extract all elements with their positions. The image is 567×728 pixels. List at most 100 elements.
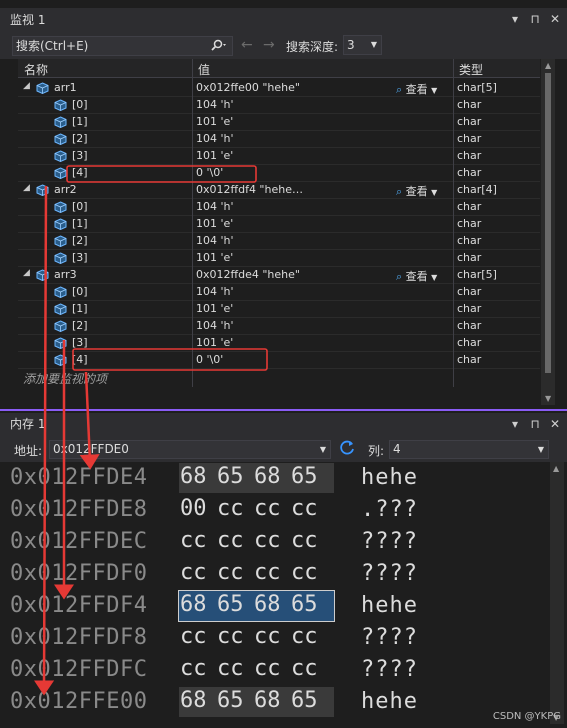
memory-byte[interactable]: 65 <box>291 463 328 491</box>
watch-row[interactable]: [4] 0 '\0' char <box>18 352 540 369</box>
memory-byte[interactable]: cc <box>217 559 254 587</box>
memory-bytes[interactable]: cc cc cc cc <box>179 527 334 557</box>
watch-row[interactable]: ◢ arr1 0x012ffe00 "hehe" ⌕ 查看 ▼ char[5] <box>18 80 540 97</box>
memory-byte[interactable]: cc <box>180 655 217 683</box>
watch-value[interactable]: 101 'e' <box>196 251 233 264</box>
memory-ascii[interactable]: ???? <box>361 529 418 554</box>
memory-byte[interactable]: cc <box>180 559 217 587</box>
watch-value[interactable]: 101 'e' <box>196 217 233 230</box>
memory-byte[interactable]: cc <box>217 495 254 523</box>
watch-value[interactable]: 101 'e' <box>196 336 233 349</box>
memory-scrollbar[interactable]: ▲ ▼ <box>550 462 564 724</box>
add-watch-item[interactable]: 添加要监视的项 <box>23 370 107 387</box>
collapse-triangle-icon[interactable]: ◢ <box>23 183 30 193</box>
watch-row[interactable]: [4] 0 '\0' char <box>18 165 540 182</box>
watch-value[interactable]: 104 'h' <box>196 285 234 298</box>
memory-bytes[interactable]: 68 65 68 65 <box>179 463 334 493</box>
memory-byte[interactable]: cc <box>254 527 291 555</box>
address-input[interactable]: 0x012FFDE0 ▼ <box>49 440 331 459</box>
memory-byte[interactable]: cc <box>291 495 328 523</box>
scroll-up-icon[interactable]: ▲ <box>553 464 559 473</box>
watch-row[interactable]: [2] 104 'h' char <box>18 233 540 250</box>
view-button[interactable]: ⌕ 查看 ▼ <box>396 268 437 284</box>
memory-byte[interactable]: cc <box>254 495 291 523</box>
memory-byte[interactable]: 68 <box>180 687 217 715</box>
memory-bytes[interactable]: cc cc cc cc <box>179 623 334 653</box>
memory-ascii[interactable]: hehe <box>361 593 418 618</box>
watch-value[interactable]: 101 'e' <box>196 149 233 162</box>
watch-scrollbar[interactable]: ▲ ▼ <box>541 59 555 405</box>
memory-byte[interactable]: cc <box>217 655 254 683</box>
memory-byte[interactable]: cc <box>291 623 328 651</box>
memory-row[interactable]: 0x012FFE00 68 65 68 65 hehe <box>0 687 550 719</box>
search-input[interactable]: 搜索(Ctrl+E) <box>12 36 233 56</box>
memory-byte[interactable]: cc <box>254 623 291 651</box>
dropdown-icon[interactable]: ▾ <box>509 417 521 431</box>
memory-byte[interactable]: 00 <box>180 495 217 523</box>
memory-byte[interactable]: cc <box>291 655 328 683</box>
memory-byte[interactable]: 68 <box>180 463 217 491</box>
header-name[interactable]: 名称 <box>24 61 48 78</box>
dropdown-icon[interactable]: ▾ <box>509 12 521 26</box>
memory-byte[interactable]: cc <box>217 527 254 555</box>
watch-row[interactable]: [0] 104 'h' char <box>18 199 540 216</box>
memory-ascii[interactable]: hehe <box>361 465 418 490</box>
back-arrow-icon[interactable]: ← <box>241 37 253 53</box>
watch-row[interactable]: [3] 101 'e' char <box>18 250 540 267</box>
memory-row[interactable]: 0x012FFDE8 00 cc cc cc.??? <box>0 495 550 527</box>
memory-ascii[interactable]: hehe <box>361 689 418 714</box>
watch-row[interactable]: ◢ arr2 0x012ffdf4 "hehe… ⌕ 查看 ▼ char[4] <box>18 182 540 199</box>
watch-value[interactable]: 104 'h' <box>196 98 234 111</box>
memory-byte[interactable]: cc <box>291 527 328 555</box>
memory-row[interactable]: 0x012FFDE4 68 65 68 65 hehe <box>0 463 550 495</box>
collapse-triangle-icon[interactable]: ◢ <box>23 81 30 91</box>
pin-icon[interactable]: ⊓ <box>529 12 541 26</box>
memory-bytes[interactable]: cc cc cc cc <box>179 559 334 589</box>
memory-byte[interactable]: 65 <box>217 687 254 715</box>
watch-value[interactable]: 0 '\0' <box>196 166 223 179</box>
memory-byte[interactable]: 65 <box>217 463 254 491</box>
memory-byte[interactable]: 65 <box>291 591 328 619</box>
column-divider[interactable] <box>192 59 193 387</box>
watch-row[interactable]: [1] 101 'e' char <box>18 216 540 233</box>
forward-arrow-icon[interactable]: → <box>263 37 275 53</box>
watch-row[interactable]: [0] 104 'h' char <box>18 284 540 301</box>
search-icon[interactable] <box>206 39 228 53</box>
memory-byte[interactable]: cc <box>254 655 291 683</box>
memory-bytes[interactable]: 00 cc cc cc <box>179 495 334 525</box>
header-type[interactable]: 类型 <box>459 61 483 78</box>
memory-byte[interactable]: cc <box>180 623 217 651</box>
watch-value[interactable]: 0 '\0' <box>196 353 223 366</box>
refresh-icon[interactable] <box>338 439 356 457</box>
view-button[interactable]: ⌕ 查看 ▼ <box>396 81 437 97</box>
watch-row[interactable]: [2] 104 'h' char <box>18 318 540 335</box>
memory-bytes[interactable]: cc cc cc cc <box>179 655 334 685</box>
memory-ascii[interactable]: .??? <box>361 497 418 522</box>
memory-byte[interactable]: 65 <box>217 591 254 619</box>
watch-row[interactable]: [1] 101 'e' char <box>18 114 540 131</box>
memory-row[interactable]: 0x012FFDEC cc cc cc cc???? <box>0 527 550 559</box>
memory-ascii[interactable]: ???? <box>361 625 418 650</box>
header-value[interactable]: 值 <box>198 61 210 78</box>
memory-row[interactable]: 0x012FFDFC cc cc cc cc???? <box>0 655 550 687</box>
watch-row[interactable]: ◢ arr3 0x012ffde4 "hehe" ⌕ 查看 ▼ char[5] <box>18 267 540 284</box>
memory-ascii[interactable]: ???? <box>361 657 418 682</box>
memory-bytes[interactable]: 68 65 68 65 <box>178 590 335 622</box>
watch-value[interactable]: 101 'e' <box>196 115 233 128</box>
view-button[interactable]: ⌕ 查看 ▼ <box>396 183 437 199</box>
collapse-triangle-icon[interactable]: ◢ <box>23 268 30 278</box>
watch-row[interactable]: [1] 101 'e' char <box>18 301 540 318</box>
memory-byte[interactable]: cc <box>217 623 254 651</box>
watch-value[interactable]: 0x012ffe00 "hehe" <box>196 81 300 94</box>
watch-row[interactable]: [2] 104 'h' char <box>18 131 540 148</box>
watch-value[interactable]: 104 'h' <box>196 200 234 213</box>
memory-byte[interactable]: 68 <box>254 591 291 619</box>
columns-select[interactable]: 4 ▼ <box>389 440 549 459</box>
memory-row[interactable]: 0x012FFDF4 68 65 68 65 hehe <box>0 590 550 623</box>
watch-value[interactable]: 104 'h' <box>196 319 234 332</box>
watch-value[interactable]: 0x012ffde4 "hehe" <box>196 268 300 281</box>
watch-row[interactable]: [3] 101 'e' char <box>18 148 540 165</box>
column-divider[interactable] <box>453 59 454 387</box>
memory-ascii[interactable]: ???? <box>361 561 418 586</box>
pin-icon[interactable]: ⊓ <box>529 417 541 431</box>
